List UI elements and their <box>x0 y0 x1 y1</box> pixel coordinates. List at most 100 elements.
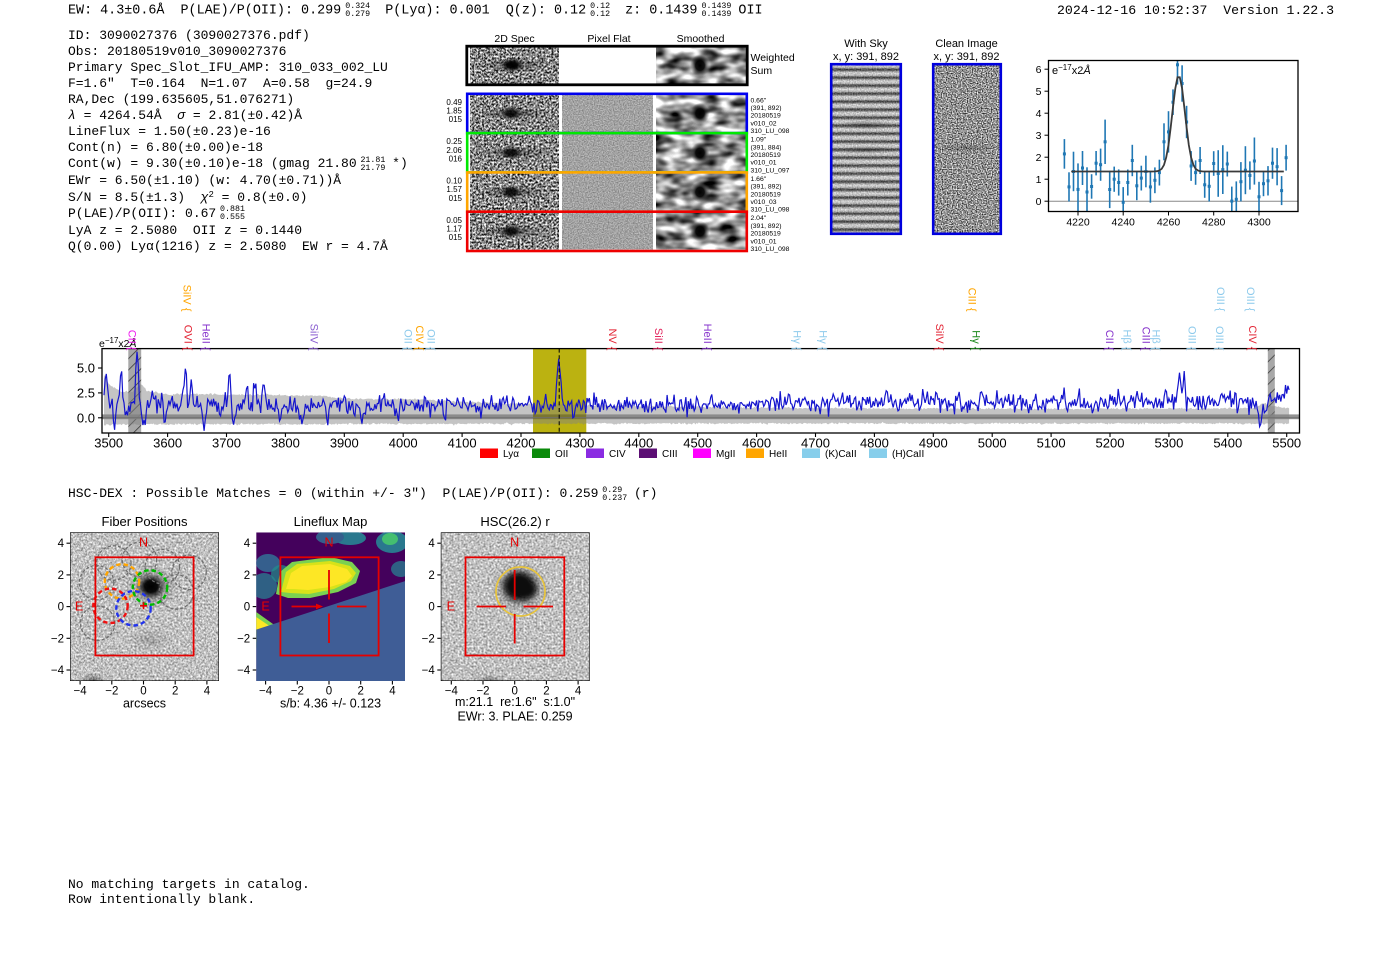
svg-text:2: 2 <box>428 570 434 582</box>
svg-text:v010_02: v010_02 <box>751 120 777 127</box>
svg-text:m:21.1 re:1.6" s:1.0": m:21.1 re:1.6" s:1.0" <box>455 695 575 709</box>
svg-text:3: 3 <box>1036 130 1042 142</box>
svg-text:N: N <box>510 536 519 550</box>
svg-text:4: 4 <box>58 538 65 550</box>
svg-text:(H)CaII: (H)CaII <box>892 449 924 460</box>
svg-text:Hγ {: Hγ { <box>969 330 981 351</box>
svg-text:4400: 4400 <box>624 436 653 451</box>
svg-text:310_LU_097: 310_LU_097 <box>751 167 790 174</box>
svg-text:E: E <box>75 600 83 614</box>
svg-text:4: 4 <box>1036 108 1042 120</box>
svg-text:5400: 5400 <box>1213 436 1242 451</box>
svg-text:5: 5 <box>1036 86 1042 98</box>
svg-text:6: 6 <box>1036 64 1042 76</box>
svg-text:HSC(26.2) r: HSC(26.2) r <box>480 514 550 529</box>
svg-text:4000: 4000 <box>389 436 418 451</box>
svg-text:4240: 4240 <box>1112 217 1136 229</box>
svg-text:310_LU_098: 310_LU_098 <box>751 246 790 253</box>
svg-text:OII {: OII { <box>424 329 436 351</box>
svg-text:20180519: 20180519 <box>751 191 781 198</box>
svg-text:v010_03: v010_03 <box>751 199 777 206</box>
svg-text:3900: 3900 <box>330 436 359 451</box>
svg-text:4220: 4220 <box>1066 217 1090 229</box>
svg-text:2.5: 2.5 <box>77 385 95 400</box>
svg-text:2: 2 <box>244 570 250 582</box>
svg-text:20180519: 20180519 <box>751 231 781 238</box>
svg-text:(391, 892): (391, 892) <box>751 223 782 230</box>
svg-text:−4: −4 <box>237 665 251 677</box>
svg-text:Fiber Positions: Fiber Positions <box>102 514 188 529</box>
svg-text:2: 2 <box>1036 152 1042 164</box>
svg-text:(391, 892): (391, 892) <box>751 184 782 191</box>
svg-text:SiII {: SiII { <box>652 328 664 351</box>
svg-text:4: 4 <box>428 538 435 550</box>
svg-text:CII {: CII { <box>125 330 137 351</box>
svg-text:4: 4 <box>204 686 211 698</box>
svg-text:−4: −4 <box>51 665 65 677</box>
svg-text:−2: −2 <box>51 633 64 645</box>
svg-text:CIII: CIII <box>662 449 678 460</box>
svg-text:3600: 3600 <box>153 436 182 451</box>
svg-text:v010_01: v010_01 <box>751 160 777 167</box>
svg-text:0: 0 <box>1036 196 1042 208</box>
svg-text:(K)CaII: (K)CaII <box>825 449 857 460</box>
svg-text:MgII: MgII <box>716 449 735 460</box>
svg-text:CIII {: CIII { <box>965 288 977 312</box>
svg-text:310_LU_098: 310_LU_098 <box>751 128 790 135</box>
svg-text:2: 2 <box>172 686 178 698</box>
svg-text:5000: 5000 <box>978 436 1007 451</box>
svg-text:OII {: OII { <box>401 329 413 351</box>
svg-text:HeII {: HeII { <box>701 324 713 351</box>
svg-text:−2: −2 <box>422 633 435 645</box>
svg-text:0: 0 <box>244 602 250 614</box>
svg-text:OVI {: OVI { <box>181 325 193 351</box>
svg-text:OIII {: OIII { <box>1213 326 1225 351</box>
svg-text:CIV: CIV <box>609 449 626 460</box>
svg-text:4500: 4500 <box>683 436 712 451</box>
svg-text:4: 4 <box>575 686 582 698</box>
svg-text:20180519: 20180519 <box>751 113 781 120</box>
svg-text:3500: 3500 <box>94 436 123 451</box>
svg-text:5300: 5300 <box>1154 436 1183 451</box>
svg-text:3700: 3700 <box>212 436 241 451</box>
svg-text:Hβ {: Hβ { <box>1149 329 1161 350</box>
svg-text:015: 015 <box>449 233 463 242</box>
svg-text:x, y: 391, 892: x, y: 391, 892 <box>833 51 899 63</box>
svg-text:Hγ {: Hγ { <box>790 330 802 351</box>
svg-text:CIV {: CIV { <box>413 325 425 350</box>
svg-text:2D Spec: 2D Spec <box>494 33 534 45</box>
svg-text:Pixel Flat: Pixel Flat <box>587 33 630 45</box>
svg-text:N: N <box>324 536 333 550</box>
svg-text:(391, 892): (391, 892) <box>751 105 782 112</box>
svg-text:015: 015 <box>449 115 463 124</box>
svg-text:Sum: Sum <box>751 65 773 77</box>
svg-text:0: 0 <box>58 602 64 614</box>
svg-text:Lineflux Map: Lineflux Map <box>294 514 368 529</box>
svg-text:−4: −4 <box>422 665 436 677</box>
svg-text:CIV {: CIV { <box>1246 325 1258 350</box>
svg-text:With Sky: With Sky <box>844 38 888 50</box>
svg-text:SiIV {: SiIV { <box>180 285 192 312</box>
svg-text:4100: 4100 <box>448 436 477 451</box>
svg-text:1.09": 1.09" <box>751 137 767 144</box>
svg-text:20180519: 20180519 <box>751 152 781 159</box>
svg-text:OII: OII <box>555 449 568 460</box>
svg-text:5100: 5100 <box>1037 436 1066 451</box>
svg-text:OIII {: OIII { <box>1185 326 1197 351</box>
svg-text:015: 015 <box>449 194 463 203</box>
svg-text:SiIV {: SiIV { <box>307 324 319 351</box>
svg-text:4800: 4800 <box>860 436 889 451</box>
svg-text:5200: 5200 <box>1096 436 1125 451</box>
svg-text:(391, 884): (391, 884) <box>751 144 782 151</box>
svg-text:N: N <box>139 536 148 550</box>
svg-text:CII {: CII { <box>1103 330 1115 351</box>
svg-text:1: 1 <box>1036 174 1042 186</box>
svg-text:s/b: 4.36 +/- 0.123: s/b: 4.36 +/- 0.123 <box>280 697 381 711</box>
svg-text:1.66": 1.66" <box>751 176 767 183</box>
svg-text:v010_01: v010_01 <box>751 238 777 245</box>
svg-text:3800: 3800 <box>271 436 300 451</box>
svg-text:Weighted: Weighted <box>751 52 795 64</box>
svg-text:E: E <box>447 600 455 614</box>
svg-text:−2: −2 <box>105 686 118 698</box>
svg-text:NV {: NV { <box>606 328 618 350</box>
